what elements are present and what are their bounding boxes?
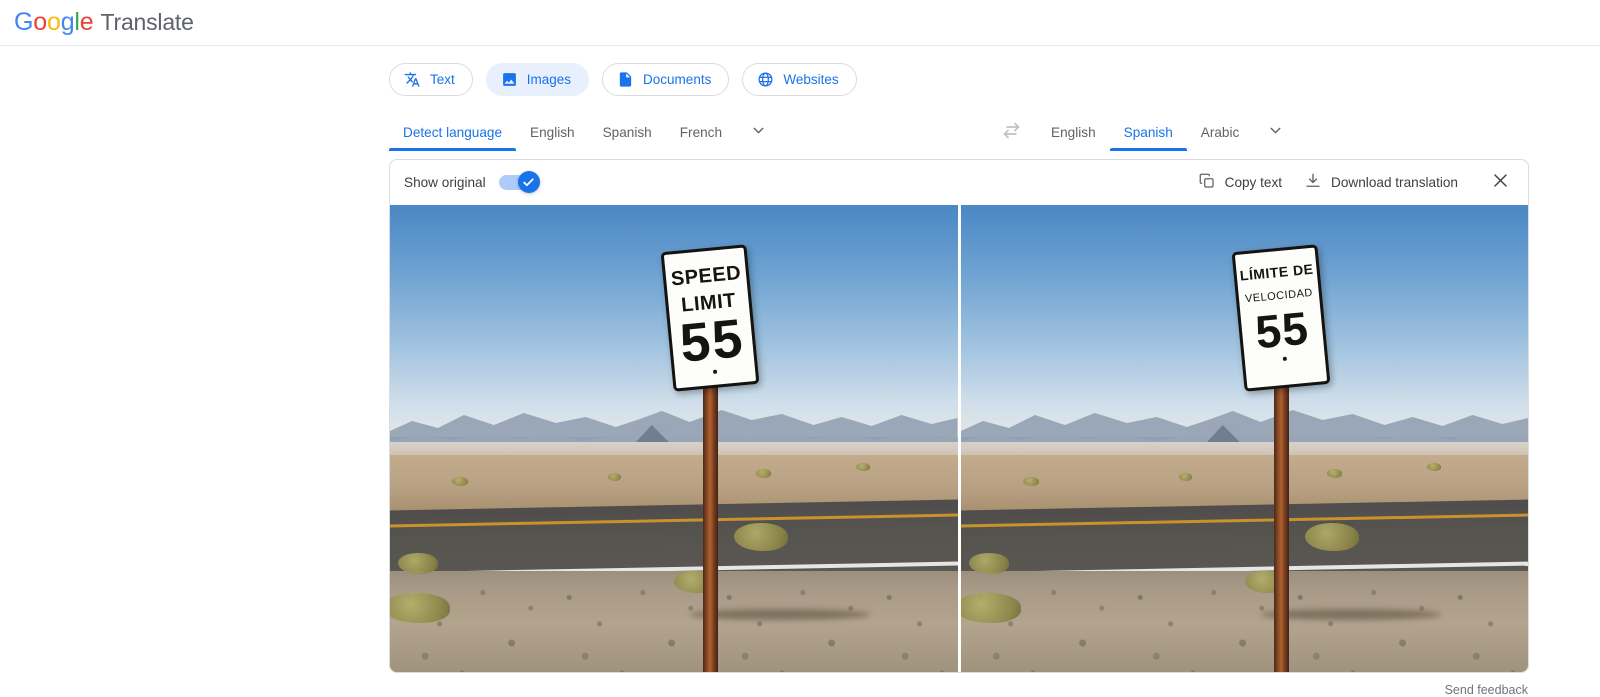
copy-icon <box>1198 172 1216 193</box>
bush <box>1178 473 1192 481</box>
chevron-down-icon <box>750 122 767 144</box>
bush <box>734 523 788 551</box>
tab-images[interactable]: Images <box>485 63 590 96</box>
sign-number: 55 <box>677 308 747 374</box>
tab-documents[interactable]: Documents <box>602 63 730 96</box>
chevron-down-icon <box>1267 122 1284 144</box>
close-card-button[interactable] <box>1482 165 1518 201</box>
tab-documents-label: Documents <box>643 72 712 87</box>
image-icon <box>501 71 518 88</box>
logo-letter-o2: o <box>46 8 61 36</box>
source-lang-spanish[interactable]: Spanish <box>589 115 666 151</box>
bush <box>856 463 870 471</box>
google-translate-logo[interactable]: Google Translate <box>14 8 194 37</box>
bush <box>960 593 1021 623</box>
switch-knob <box>517 171 540 193</box>
close-icon <box>1491 171 1510 195</box>
download-icon <box>1304 172 1322 193</box>
source-lang-english[interactable]: English <box>516 115 589 151</box>
tab-text[interactable]: Text <box>389 63 473 96</box>
show-original-switch[interactable] <box>498 171 540 193</box>
swap-horizontal-icon <box>1001 120 1022 146</box>
source-lang-french[interactable]: French <box>666 115 736 151</box>
tab-images-label: Images <box>526 72 572 87</box>
image-translation-card: Show original Copy text Download transla… <box>389 159 1529 673</box>
copy-text-button[interactable]: Copy text <box>1187 165 1293 201</box>
target-lang-arabic[interactable]: Arabic <box>1187 115 1254 151</box>
sign-line-1: LÍMITE DE <box>1238 260 1314 284</box>
bush <box>1304 523 1359 551</box>
show-original-toggle[interactable]: Show original <box>404 171 540 193</box>
bush <box>390 593 450 623</box>
translate-icon <box>404 71 421 88</box>
sign-post <box>703 380 718 672</box>
target-lang-english[interactable]: English <box>1037 115 1110 151</box>
sign-bolt <box>1282 356 1287 362</box>
target-language-group: English Spanish Arabic <box>1037 115 1298 151</box>
speed-limit-sign-original: SPEED LIMIT 55 <box>660 244 760 392</box>
road-center-line <box>390 513 958 528</box>
image-comparison-row: SPEED LIMIT 55 LÍMITE DE VELOCIDAD 55 <box>390 205 1528 672</box>
language-bar: Detect language English Spanish French E… <box>0 115 1600 151</box>
target-lang-spanish[interactable]: Spanish <box>1109 115 1187 151</box>
bush <box>608 473 621 481</box>
logo-letter-o1: o <box>33 8 47 36</box>
translated-image[interactable]: LÍMITE DE VELOCIDAD 55 <box>960 205 1528 672</box>
mode-tab-bar: Text Images Documents Websites <box>0 46 1600 96</box>
logo-letter-g2: g <box>60 8 75 36</box>
source-language-group: Detect language English Spanish French <box>389 115 781 151</box>
gravel-shoulder <box>960 571 1528 672</box>
tab-text-label: Text <box>430 72 455 87</box>
sign-bolt <box>712 369 718 374</box>
logo-letter-e: e <box>79 8 94 36</box>
target-lang-label-0: English <box>1051 125 1096 140</box>
road-center-line <box>960 513 1528 528</box>
app-header: Google Translate <box>0 0 1600 46</box>
bush <box>398 553 438 574</box>
copy-text-label: Copy text <box>1224 175 1283 190</box>
source-lang-label-0: Detect language <box>403 125 503 140</box>
speed-limit-sign-translated: LÍMITE DE VELOCIDAD 55 <box>1231 244 1330 392</box>
source-lang-label-2: Spanish <box>602 125 652 140</box>
swap-languages-button[interactable] <box>985 115 1037 151</box>
source-lang-label-3: French <box>679 125 723 140</box>
download-translation-label: Download translation <box>1331 175 1458 190</box>
bush <box>756 469 771 478</box>
target-lang-label-2: Arabic <box>1200 125 1240 140</box>
bush <box>452 477 468 486</box>
target-language-more-button[interactable] <box>1253 115 1298 151</box>
bush <box>1022 477 1039 486</box>
show-original-label: Show original <box>404 175 486 190</box>
sign-line-1: SPEED <box>670 261 743 291</box>
card-toolbar: Show original Copy text Download transla… <box>390 160 1528 205</box>
gravel-shoulder <box>390 571 958 672</box>
original-image[interactable]: SPEED LIMIT 55 <box>390 205 958 672</box>
bush <box>1326 469 1342 478</box>
bush <box>1426 463 1441 471</box>
bush <box>968 553 1009 574</box>
logo-letter-g1: G <box>14 8 34 36</box>
source-lang-label-1: English <box>530 125 575 140</box>
tab-websites[interactable]: Websites <box>742 63 857 96</box>
sign-number: 55 <box>1252 301 1311 359</box>
source-language-more-button[interactable] <box>736 115 781 151</box>
globe-icon <box>757 71 774 88</box>
download-translation-button[interactable]: Download translation <box>1293 165 1469 201</box>
sign-post <box>1273 380 1289 672</box>
target-lang-label-1: Spanish <box>1123 125 1173 140</box>
source-lang-detect-language[interactable]: Detect language <box>389 115 517 151</box>
document-icon <box>617 71 634 88</box>
tab-websites-label: Websites <box>783 72 839 87</box>
product-name: Translate <box>100 9 194 35</box>
